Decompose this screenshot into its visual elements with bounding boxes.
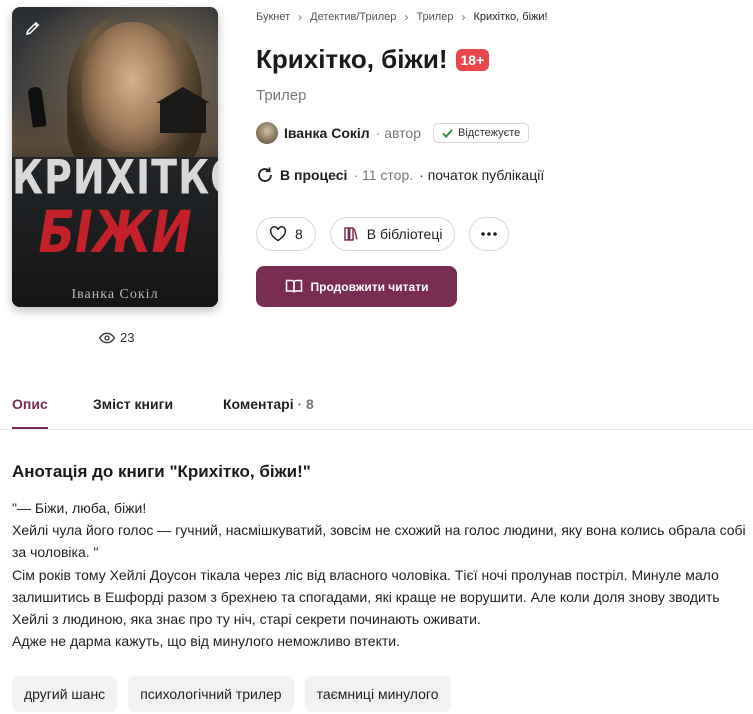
book-cover[interactable]: КРИХІТКО, БІЖИ Іванка Сокіл xyxy=(12,7,218,307)
breadcrumb-item[interactable]: Детектив/Трилер xyxy=(310,11,396,23)
tab-description[interactable]: Опис xyxy=(12,396,48,412)
book-genre[interactable]: Трилер xyxy=(256,87,306,104)
heart-icon xyxy=(269,226,287,242)
book-open-icon xyxy=(285,279,302,293)
cover-title-line2: БІЖИ xyxy=(38,199,192,267)
library-icon xyxy=(344,227,358,241)
check-icon xyxy=(442,128,453,138)
author-name[interactable]: Іванка Сокіл xyxy=(284,125,370,141)
chevron-right-icon: › xyxy=(404,10,409,24)
annotation-title: Анотація до книги "Крихітко, біжи!" xyxy=(12,462,311,481)
chevron-right-icon: › xyxy=(461,10,466,24)
title-row: Крихітко, біжи! 18+ xyxy=(256,44,490,75)
cover-title-line1: КРИХІТКО, xyxy=(12,149,218,205)
views-count: 23 xyxy=(120,330,135,345)
avatar[interactable] xyxy=(256,122,278,144)
refresh-icon xyxy=(258,167,272,182)
breadcrumb-item[interactable]: Букнет xyxy=(256,11,290,23)
author-row: Іванка Сокіл · автор Відстежуєте xyxy=(256,122,530,144)
pencil-icon[interactable] xyxy=(24,19,42,37)
annotation-line: Адже не дарма кажуть, що від минулого не… xyxy=(12,633,400,650)
continue-reading-label: Продовжити читати xyxy=(310,279,429,294)
page-count: · 11 стор. xyxy=(353,167,414,183)
follow-button[interactable]: Відстежуєте xyxy=(433,123,530,143)
breadcrumb: Букнет › Детектив/Трилер › Трилер › Крих… xyxy=(256,10,548,24)
status-row: В процесі · 11 стор. · початок публікаці… xyxy=(256,166,544,184)
eye-icon xyxy=(99,332,115,343)
breadcrumb-current: Крихітко, біжи! xyxy=(473,11,548,23)
tag-item[interactable]: психологічний трилер xyxy=(128,676,294,712)
like-count: 8 xyxy=(295,226,303,242)
cover-house xyxy=(156,87,210,133)
author-role: · автор xyxy=(375,125,421,141)
tag-item[interactable]: другий шанс xyxy=(12,676,118,712)
tab-comments-label: Коментарі xyxy=(223,396,294,412)
tab-comments[interactable]: Коментарі · 8 xyxy=(223,396,314,412)
more-dots-icon xyxy=(481,232,498,236)
comments-count: · 8 xyxy=(297,396,314,412)
tab-bar: Опис Зміст книги Коментарі · 8 xyxy=(0,394,753,430)
active-tab-indicator xyxy=(12,427,48,429)
book-title: Крихітко, біжи! xyxy=(256,44,448,74)
library-label: В бібліотеці xyxy=(366,226,443,242)
chevron-right-icon: › xyxy=(298,10,303,24)
action-bar: 8 В бібліотеці xyxy=(256,217,510,251)
age-badge: 18+ xyxy=(455,48,490,71)
more-button[interactable] xyxy=(469,217,510,251)
annotation-line: Сім років тому Хейлі Доусон тікала через… xyxy=(12,566,720,628)
tag-item[interactable]: таємниці минулого xyxy=(304,676,451,712)
annotation-line: Хейлі чула його голос — гучний, насмішку… xyxy=(12,522,746,561)
tag-list: другий шанс психологічний трилер таємниц… xyxy=(12,676,451,712)
cover-author: Іванка Сокіл xyxy=(71,287,159,302)
like-button[interactable]: 8 xyxy=(256,217,316,251)
annotation-text: "— Біжи, люба, біжи! Хейлі чула його гол… xyxy=(12,497,752,652)
publication-status: · початок публікації xyxy=(419,167,545,183)
tab-contents[interactable]: Зміст книги xyxy=(93,396,173,412)
library-button[interactable]: В бібліотеці xyxy=(329,217,456,251)
status-label: В процесі xyxy=(280,167,348,183)
breadcrumb-item[interactable]: Трилер xyxy=(416,11,453,23)
views-counter: 23 xyxy=(99,330,134,345)
annotation-line: "— Біжи, люба, біжи! xyxy=(12,500,147,516)
continue-reading-button[interactable]: Продовжити читати xyxy=(256,266,457,307)
follow-label: Відстежуєте xyxy=(458,127,521,139)
